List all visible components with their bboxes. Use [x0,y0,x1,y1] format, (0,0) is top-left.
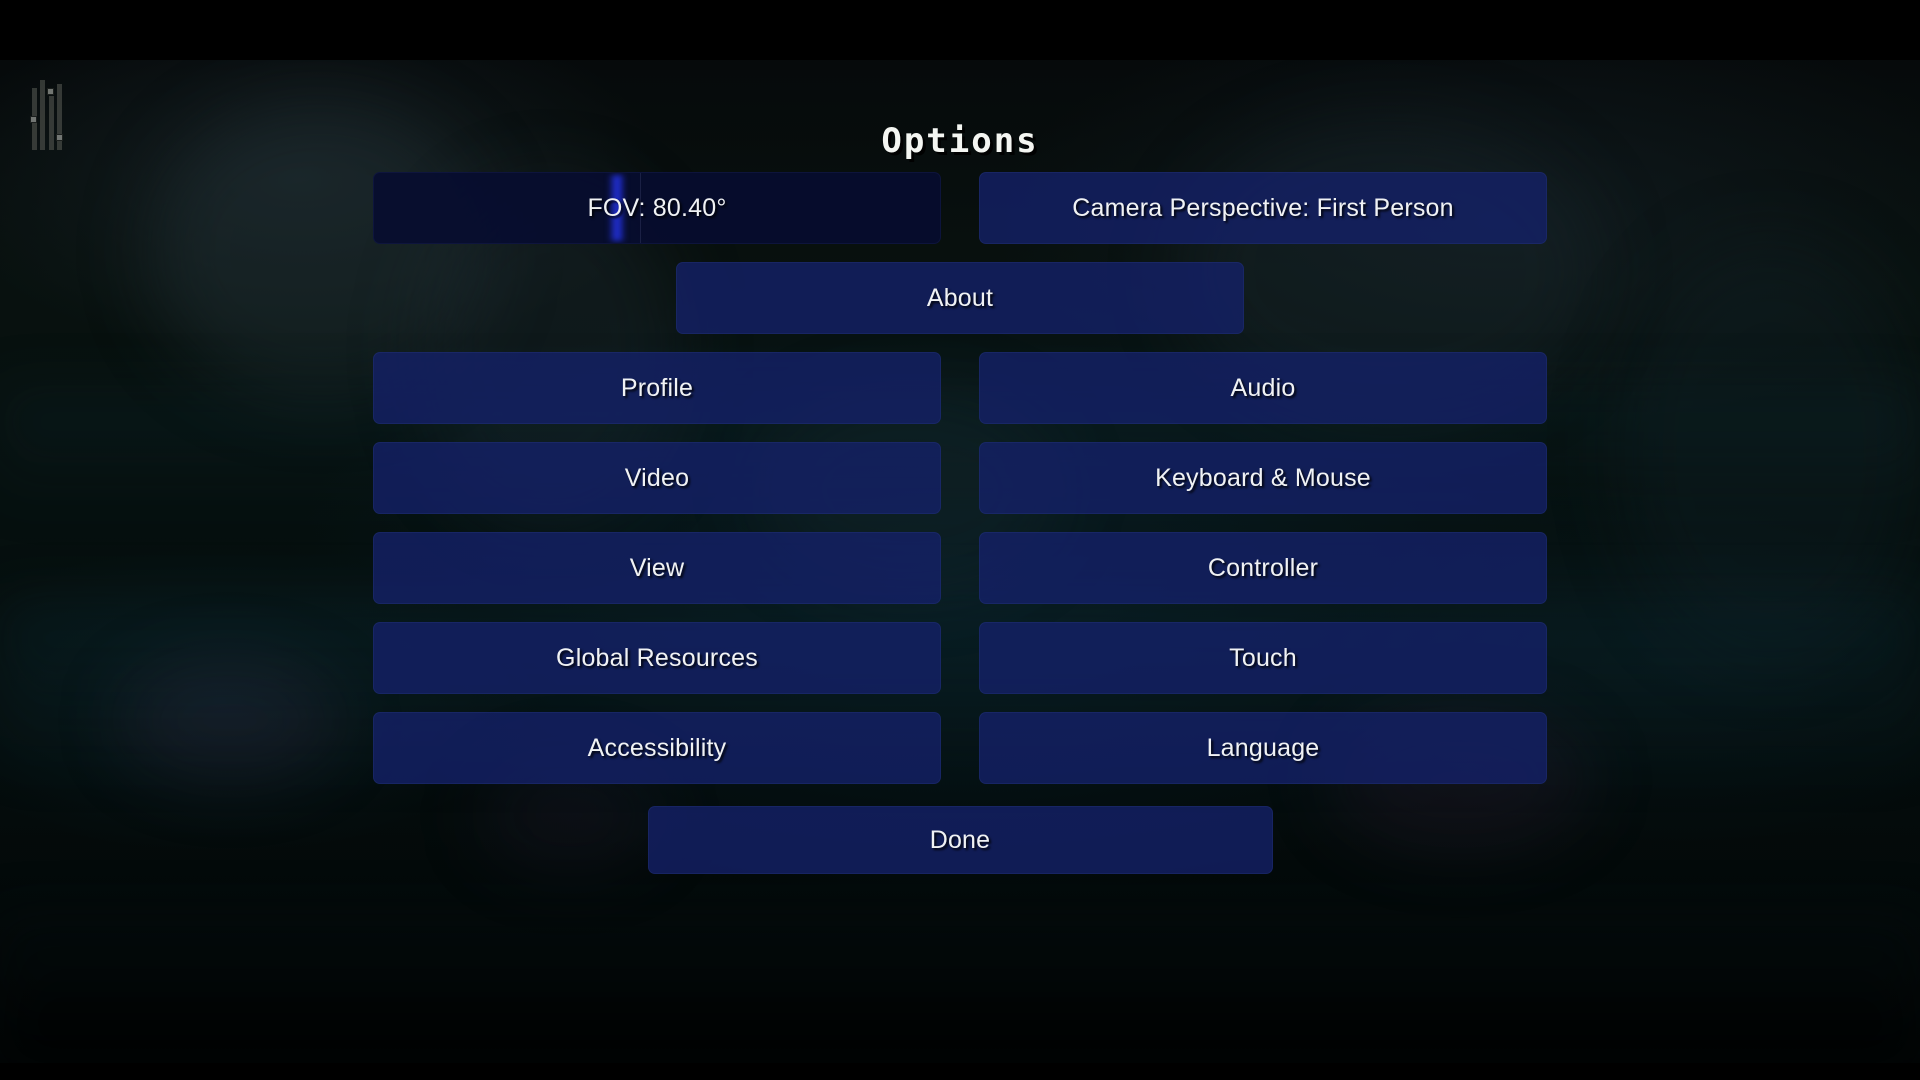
accessibility-label: Accessibility [587,733,727,762]
letterbox-top [0,0,1920,60]
language-button[interactable]: Language [979,712,1547,784]
keyboard-mouse-button[interactable]: Keyboard & Mouse [979,442,1547,514]
menu-row: Accessibility Language [373,712,1547,784]
accessibility-button[interactable]: Accessibility [373,712,941,784]
camera-perspective-button[interactable]: Camera Perspective: First Person [979,172,1547,244]
video-button[interactable]: Video [373,442,941,514]
controller-label: Controller [1207,553,1319,582]
touch-button[interactable]: Touch [979,622,1547,694]
view-button[interactable]: View [373,532,941,604]
perf-marker [47,88,54,95]
game-screen: Options FOV: 80.40° Camera Perspective: … [0,0,1920,1080]
global-resources-label: Global Resources [556,643,758,672]
menu-row: Done [373,806,1547,874]
about-label: About [926,283,994,312]
menu-row: Video Keyboard & Mouse [373,442,1547,514]
video-label: Video [624,463,690,492]
letterbox-bottom [0,1063,1920,1080]
menu-row: FOV: 80.40° Camera Perspective: First Pe… [373,172,1547,244]
fov-slider[interactable]: FOV: 80.40° [373,172,941,244]
global-resources-button[interactable]: Global Resources [373,622,941,694]
page-title: Options [881,121,1039,161]
profile-label: Profile [620,373,694,402]
profile-button[interactable]: Profile [373,352,941,424]
view-label: View [629,553,685,582]
keyboard-mouse-label: Keyboard & Mouse [1155,463,1371,492]
menu-row: About [373,262,1547,334]
fov-slider-label: FOV: 80.40° [587,193,727,222]
menu-row: Profile Audio [373,352,1547,424]
options-menu: FOV: 80.40° Camera Perspective: First Pe… [373,172,1547,892]
controller-button[interactable]: Controller [979,532,1547,604]
audio-button[interactable]: Audio [979,352,1547,424]
done-button[interactable]: Done [647,806,1273,874]
about-button[interactable]: About [676,262,1244,334]
audio-label: Audio [1230,373,1296,402]
camera-perspective-label: Camera Perspective: First Person [1072,193,1454,222]
menu-row: View Controller [373,532,1547,604]
menu-row: Global Resources Touch [373,622,1547,694]
language-label: Language [1206,733,1320,762]
done-label: Done [929,825,991,854]
touch-label: Touch [1229,643,1297,672]
